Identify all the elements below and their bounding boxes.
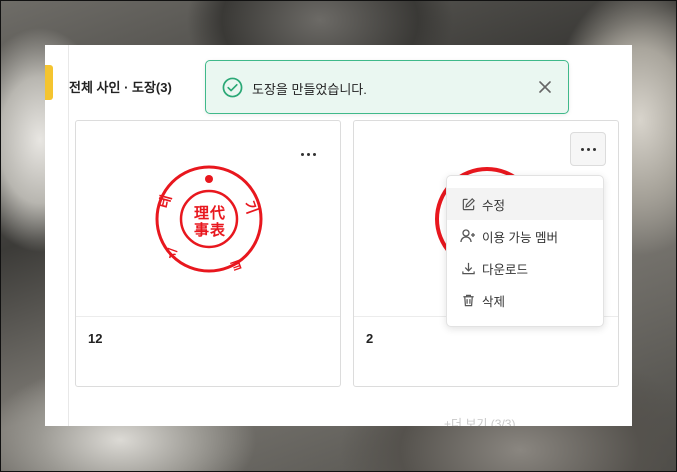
card-context-menu: 수정 이용 가능 멤버 다운로드 삭제: [446, 175, 604, 327]
svg-text:表: 表: [210, 221, 226, 239]
close-icon: [539, 81, 551, 93]
stamp-name: 2: [366, 331, 374, 346]
success-toast: 도장을 만들었습니다.: [205, 60, 569, 114]
menu-item-members[interactable]: 이용 가능 멤버: [447, 220, 603, 252]
menu-item-label: 이용 가능 멤버: [482, 230, 558, 245]
check-circle-icon: [222, 77, 243, 98]
menu-item-download[interactable]: 다운로드: [447, 252, 603, 284]
menu-item-label: 수정: [482, 198, 506, 213]
svg-text:테: 테: [156, 193, 175, 210]
svg-text:理: 理: [194, 204, 209, 222]
svg-text:事: 事: [194, 221, 209, 239]
menu-item-label: 다운로드: [482, 262, 529, 277]
menu-item-label: 삭제: [482, 294, 506, 309]
stamp-name: 12: [88, 331, 103, 346]
toast-message: 도장을 만들었습니다.: [252, 82, 367, 97]
toast-close-button[interactable]: [536, 78, 554, 96]
trash-icon: [460, 292, 476, 308]
section-title: 전체 사인 · 도장(3): [69, 80, 172, 95]
stamp-card[interactable]: 理 代 事 表 테 기 스 트 12: [75, 120, 341, 387]
download-icon: [460, 260, 476, 276]
add-member-icon: [460, 228, 476, 244]
card-more-button[interactable]: [290, 137, 326, 171]
card-more-button[interactable]: [570, 132, 606, 166]
menu-item-edit[interactable]: 수정: [447, 188, 603, 220]
svg-text:기: 기: [240, 199, 259, 217]
more-icon: [580, 147, 596, 151]
accent-tab[interactable]: [45, 65, 53, 100]
menu-item-delete[interactable]: 삭제: [447, 284, 603, 316]
svg-text:代: 代: [209, 204, 225, 222]
show-more-link[interactable]: +더 보기 (3/3): [444, 415, 515, 426]
sidebar-divider: [68, 45, 69, 426]
more-icon: [300, 152, 316, 156]
edit-icon: [460, 196, 476, 212]
